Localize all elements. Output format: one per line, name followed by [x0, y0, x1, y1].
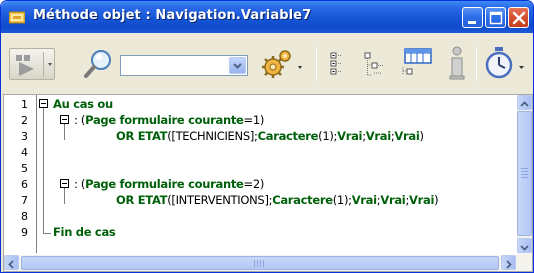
title-bar[interactable]: Méthode objet : Navigation.Variable7	[1, 1, 533, 33]
scroll-down-button[interactable]	[517, 238, 532, 253]
vertical-scroll-thumb[interactable]	[517, 111, 532, 236]
play-step-icon	[16, 55, 52, 76]
search-button[interactable]	[81, 45, 115, 81]
tree-guide	[64, 124, 65, 140]
timer-button[interactable]	[484, 45, 530, 81]
line-number-gutter: 1 2 3 4 5 6 7 8 9	[4, 95, 37, 253]
code-line-3: OR ETAT([TECHNICIENS];Caractere(1);Vrai;…	[116, 129, 424, 143]
stopwatch-icon	[485, 47, 524, 79]
toolbar-separator	[476, 47, 477, 81]
maximize-button[interactable]	[485, 7, 506, 28]
gears-icon	[262, 50, 302, 78]
close-button[interactable]	[508, 7, 529, 28]
code-line-6: OR ETAT([INTERVENTIONS];Caractere(1);Vra…	[116, 193, 439, 207]
line-number: 3	[21, 130, 28, 143]
minimize-button[interactable]	[462, 7, 483, 28]
toolbar	[1, 33, 533, 93]
tree-guide	[43, 233, 51, 234]
chevron-left-icon	[8, 260, 14, 269]
tree-guide	[43, 108, 44, 234]
fold-toggle[interactable]	[60, 179, 69, 188]
grid-structure-icon	[402, 48, 432, 75]
fold-toggle[interactable]	[39, 99, 48, 108]
code-line-5: : (Page formulaire courante=2)	[74, 177, 265, 191]
gears-button[interactable]	[259, 45, 307, 81]
structure-view-button[interactable]	[399, 47, 435, 79]
horizontal-scrollbar[interactable]	[4, 255, 532, 271]
chevron-up-icon	[520, 101, 529, 107]
app-icon	[9, 11, 25, 24]
info-button[interactable]	[445, 45, 469, 81]
keyword: Au cas ou	[53, 97, 113, 111]
scroll-up-button[interactable]	[517, 95, 532, 110]
minimize-icon	[468, 21, 476, 24]
chevron-down-icon	[233, 63, 242, 69]
line-number: 1	[21, 98, 28, 111]
horizontal-scroll-thumb[interactable]	[21, 256, 499, 270]
vertical-scrollbar[interactable]	[517, 95, 532, 255]
tree-guide	[64, 188, 65, 204]
method-editor-window: Méthode objet : Navigation.Variable7 1 2…	[0, 0, 534, 273]
close-icon	[512, 11, 526, 25]
code-line-1: Au cas ou	[53, 96, 113, 112]
line-number: 7	[21, 194, 28, 207]
chevron-right-icon	[506, 260, 512, 269]
chevron-down-icon	[520, 245, 529, 251]
magnifier-icon	[84, 50, 111, 78]
line-number: 2	[21, 114, 28, 127]
window-title: Méthode objet : Navigation.Variable7	[33, 8, 312, 23]
scroll-right-button[interactable]	[501, 255, 516, 270]
toolbar-separator	[316, 47, 317, 81]
code-editor[interactable]: 1 2 3 4 5 6 7 8 9 Au cas ou : (Page form…	[3, 94, 533, 272]
combo-dropdown-button[interactable]	[229, 57, 246, 74]
code-line-8: Fin de cas	[53, 225, 116, 239]
expand-all-button[interactable]	[362, 49, 384, 79]
code-area[interactable]: Au cas ou : (Page formulaire courante=1)…	[38, 95, 519, 253]
code-line-2: : (Page formulaire courante=1)	[74, 113, 265, 127]
collapse-all-button[interactable]	[328, 49, 350, 79]
maximize-icon	[489, 11, 503, 25]
line-number: 5	[21, 162, 28, 175]
step-button[interactable]	[9, 48, 55, 80]
line-number: 6	[21, 178, 28, 191]
fold-toggle[interactable]	[60, 115, 69, 124]
info-icon	[449, 46, 465, 80]
line-number: 8	[21, 210, 28, 223]
collapse-tree-icon	[330, 52, 342, 75]
scroll-left-button[interactable]	[4, 255, 19, 270]
expand-tree-icon	[364, 52, 383, 76]
line-number: 9	[21, 226, 28, 239]
line-number: 4	[21, 146, 28, 159]
method-combo[interactable]	[120, 55, 248, 76]
